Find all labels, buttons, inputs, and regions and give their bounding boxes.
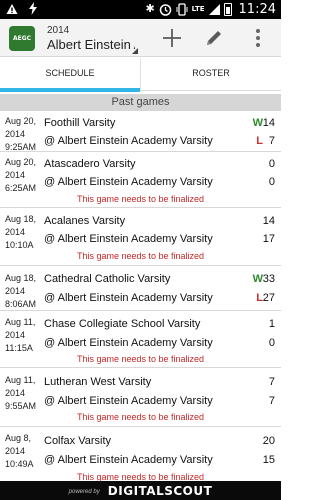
digitalscout-logo[interactable]: DIGITALSCOUT — [108, 484, 213, 498]
finalize-notice: This game needs to be finalized — [76, 412, 205, 422]
home-team: Acalanes Varsity — [44, 215, 126, 227]
season-year[interactable]: 2014 — [47, 25, 69, 36]
away-team: @ Albert Einstein Academy Varsity — [44, 176, 213, 188]
game-date: Aug 11, 2014 9:55AM — [5, 375, 37, 411]
home-score: 7 — [268, 376, 275, 388]
away-score: 7 — [268, 135, 275, 147]
home-team: Colfax Varsity — [44, 435, 112, 447]
powered-by-label: powered by — [68, 488, 100, 495]
home-score: 14 — [262, 117, 275, 129]
away-score: 15 — [262, 454, 275, 466]
game-row[interactable]: Aug 18, 2014 8:06AM Cathedral Catholic Va… — [0, 266, 281, 311]
finalize-notice: This game needs to be finalized — [76, 194, 205, 204]
overflow-dot-icon — [256, 43, 260, 47]
bluetooth-icon: ✱ — [145, 2, 155, 15]
home-score: 14 — [262, 215, 275, 227]
overflow-dot-icon — [256, 36, 260, 40]
game-date: Aug 8, 2014 10:49A — [5, 433, 34, 469]
game-date: Aug 20, 2014 9:25AM — [5, 116, 37, 152]
game-row[interactable]: Aug 11, 2014 11:15A Chase Collegiate Scho… — [0, 311, 281, 368]
plus-icon — [163, 29, 181, 47]
game-row[interactable]: Aug 20, 2014 6:25AM Atascadero Varsity @ … — [0, 152, 281, 208]
away-team: @ Albert Einstein Academy Varsity — [44, 337, 213, 349]
away-score: 7 — [268, 395, 275, 407]
home-team: Atascadero Varsity — [44, 158, 136, 170]
team-selector[interactable]: Albert Einstein Academy Varsity — [47, 37, 135, 52]
pencil-icon — [207, 31, 221, 45]
home-score: 1 — [268, 318, 275, 330]
away-score: 0 — [268, 176, 275, 188]
finalize-notice: This game needs to be finalized — [76, 354, 205, 364]
tab-roster[interactable]: ROSTER — [140, 58, 281, 90]
away-score: 0 — [268, 337, 275, 349]
games-list: Aug 20, 2014 9:25AM Foothill Varsity @ Al… — [0, 111, 281, 487]
signal-icon — [208, 3, 220, 15]
home-team: Chase Collegiate School Varsity — [44, 318, 201, 330]
overflow-menu-button[interactable] — [248, 19, 268, 57]
game-row[interactable]: Aug 11, 2014 9:55AM Lutheran West Varsity… — [0, 368, 281, 427]
away-team: @ Albert Einstein Academy Varsity — [44, 454, 213, 466]
app-logo[interactable]: AEGC — [9, 26, 35, 51]
edit-button[interactable] — [199, 19, 229, 57]
tab-schedule[interactable]: SCHEDULE — [0, 58, 140, 92]
action-bar: AEGC 2014 Albert Einstein Academy Varsit… — [0, 19, 281, 57]
home-result: W — [252, 273, 263, 285]
game-row[interactable]: Aug 8, 2014 10:49A Colfax Varsity @ Alber… — [0, 427, 281, 487]
clock: 11:24 — [238, 1, 276, 17]
home-result: W — [252, 117, 263, 129]
lte-icon: LTE — [191, 5, 205, 13]
away-score: 17 — [262, 233, 275, 245]
home-team: Cathedral Catholic Varsity — [44, 273, 171, 285]
status-bar-right: ✱ LTE 11:24 — [145, 1, 276, 17]
dropdown-caret-icon[interactable] — [132, 48, 138, 54]
finalize-notice: This game needs to be finalized — [76, 251, 205, 261]
vibrate-icon — [176, 2, 188, 16]
home-score: 33 — [262, 273, 275, 285]
away-team: @ Albert Einstein Academy Varsity — [44, 135, 213, 147]
status-bar-left — [6, 2, 38, 15]
away-score: 27 — [262, 292, 275, 304]
add-game-button[interactable] — [158, 19, 186, 57]
powered-by-footer: powered by DIGITALSCOUT — [0, 481, 281, 500]
home-score: 0 — [268, 158, 275, 170]
away-team: @ Albert Einstein Academy Varsity — [44, 395, 213, 407]
battery-icon — [223, 2, 232, 16]
section-header-past-games: Past games — [0, 94, 281, 111]
warning-icon — [6, 3, 18, 14]
overflow-dot-icon — [256, 29, 260, 33]
home-team: Lutheran West Varsity — [44, 376, 152, 388]
home-score: 20 — [262, 435, 275, 447]
status-bar: ✱ LTE 11:24 — [0, 0, 281, 19]
game-row[interactable]: Aug 18, 2014 10:10A Acalanes Varsity @ Al… — [0, 208, 281, 266]
game-date: Aug 11, 2014 11:15A — [5, 317, 36, 353]
away-team: @ Albert Einstein Academy Varsity — [44, 292, 213, 304]
alarm-icon — [159, 3, 171, 16]
tab-bar: SCHEDULE ROSTER — [0, 58, 281, 92]
game-date: Aug 20, 2014 6:25AM — [5, 157, 37, 193]
away-team: @ Albert Einstein Academy Varsity — [44, 233, 213, 245]
flash-icon — [29, 2, 37, 15]
home-team: Foothill Varsity — [44, 117, 116, 129]
game-row[interactable]: Aug 20, 2014 9:25AM Foothill Varsity @ Al… — [0, 111, 281, 152]
game-date: Aug 18, 2014 10:10A — [5, 214, 37, 250]
away-result: L — [256, 135, 263, 147]
game-date: Aug 18, 2014 8:06AM — [5, 273, 37, 309]
